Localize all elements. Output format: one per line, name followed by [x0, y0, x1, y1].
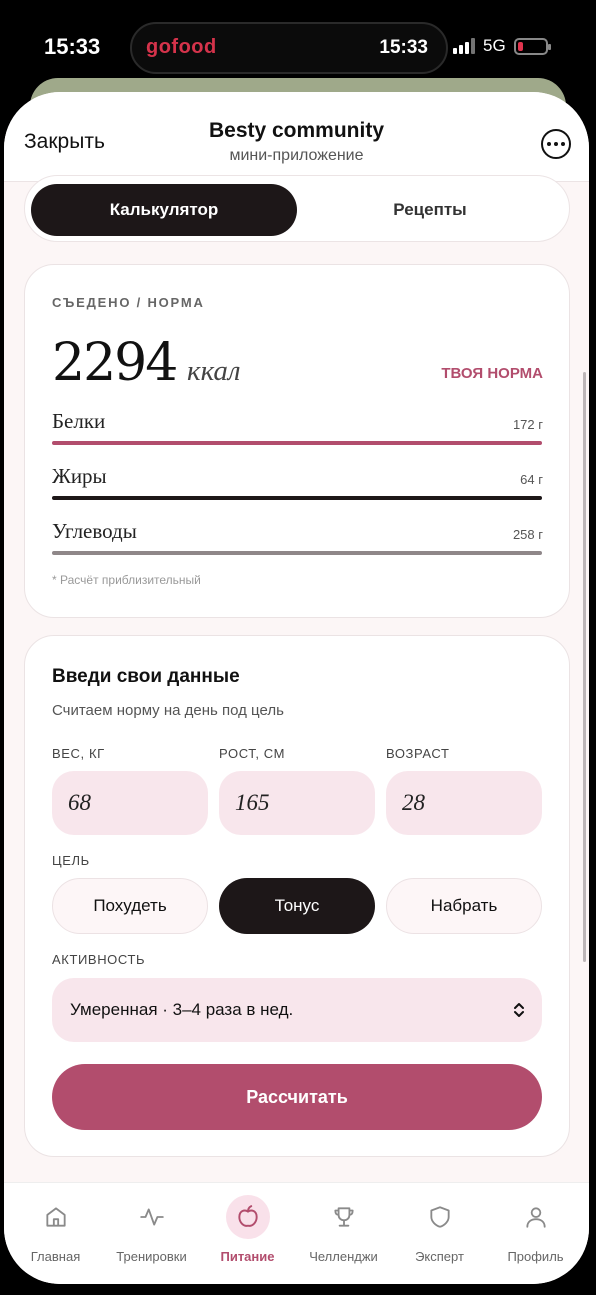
approximation-note: * Расчёт приблизительный [52, 573, 201, 587]
goal-gain-button[interactable]: Набрать [386, 878, 542, 934]
scrollbar[interactable] [583, 372, 586, 962]
calculate-button[interactable]: Рассчитать [52, 1064, 542, 1130]
activity-select[interactable]: Умеренная · 3–4 раза в нед. [52, 978, 542, 1042]
kcal-unit: ккал [187, 355, 241, 387]
bottom-navigation: Главная Тренировки Питание Челленджи Экс… [4, 1182, 589, 1284]
summary-eyebrow: СЪЕДЕНО / НОРМА [52, 295, 205, 310]
island-brand-logo: gofood [146, 36, 217, 58]
age-label: ВОЗРАСТ [386, 746, 450, 761]
tab-calculator[interactable]: Калькулятор [31, 184, 297, 236]
kcal-value: 2294 [52, 333, 178, 393]
weight-input[interactable] [52, 771, 208, 835]
macro-fat-label: Жиры [52, 464, 107, 488]
macro-protein-bar [52, 441, 542, 445]
age-input[interactable] [386, 771, 542, 835]
mini-app-sheet: Закрыть Besty community мини-приложение … [4, 92, 589, 1284]
form-title: Введи свои данные [52, 666, 240, 687]
goal-lose-weight-button[interactable]: Похудеть [52, 878, 208, 934]
macro-protein-label: Белки [52, 409, 106, 433]
status-bar: 15:33 gofood 15:33 5G [0, 0, 596, 80]
macro-protein-value: 172 г [512, 417, 543, 432]
form-subtitle: Считаем норму на день под цель [52, 702, 284, 719]
nav-challenges[interactable]: Челленджи [295, 1183, 392, 1284]
app-title: Besty community [208, 119, 385, 142]
goal-tone-button[interactable]: Тонус [219, 878, 375, 934]
signal-icon [453, 38, 475, 54]
trophy-icon [322, 1195, 366, 1239]
dynamic-island[interactable]: gofood 15:33 [130, 22, 448, 74]
calories-summary-card: СЪЕДЕНО / НОРМА 2294 ккал ТВОЯ НОРМА Бел… [24, 264, 570, 618]
user-icon [514, 1195, 558, 1239]
height-input[interactable] [219, 771, 375, 835]
nav-workouts[interactable]: Тренировки [103, 1183, 200, 1284]
your-norm-link[interactable]: ТВОЯ НОРМА [441, 365, 543, 382]
activity-label: АКТИВНОСТЬ [52, 952, 146, 967]
weight-label: ВЕС, КГ [52, 746, 105, 761]
apple-icon [225, 1195, 270, 1239]
status-time: 15:33 [44, 34, 101, 59]
activity-value: Умеренная · 3–4 раза в нед. [70, 1000, 294, 1019]
chevron-up-down-icon [514, 1003, 524, 1017]
goal-label: ЦЕЛЬ [52, 853, 90, 868]
network-type: 5G [483, 36, 506, 55]
battery-icon [513, 37, 551, 55]
shield-icon [418, 1195, 462, 1239]
activity-pulse-icon [130, 1195, 174, 1239]
macro-carbs-value: 258 г [512, 527, 543, 542]
nav-profile-label: Профиль [507, 1249, 564, 1264]
island-time: 15:33 [379, 37, 428, 58]
nav-expert[interactable]: Эксперт [391, 1183, 488, 1284]
macro-fat-value: 64 г [520, 472, 543, 487]
more-options-icon[interactable] [541, 129, 571, 159]
nav-nutrition[interactable]: Питание [199, 1183, 296, 1284]
nav-profile[interactable]: Профиль [487, 1183, 584, 1284]
macro-carbs-label: Углеводы [52, 519, 137, 543]
status-indicators: 5G [453, 36, 551, 56]
section-switcher: Калькулятор Рецепты [24, 175, 570, 242]
user-data-form-card: Введи свои данные Считаем норму на день … [24, 635, 570, 1157]
height-label: РОСТ, СМ [219, 746, 286, 761]
app-subtitle: мини-приложение [229, 147, 364, 164]
sheet-header: Закрыть Besty community мини-приложение [4, 92, 589, 182]
macro-fat-bar [52, 496, 542, 500]
home-icon [34, 1195, 78, 1239]
macro-carbs-bar [52, 551, 542, 555]
nav-home[interactable]: Главная [7, 1183, 104, 1284]
tab-recipes[interactable]: Рецепты [297, 184, 563, 236]
